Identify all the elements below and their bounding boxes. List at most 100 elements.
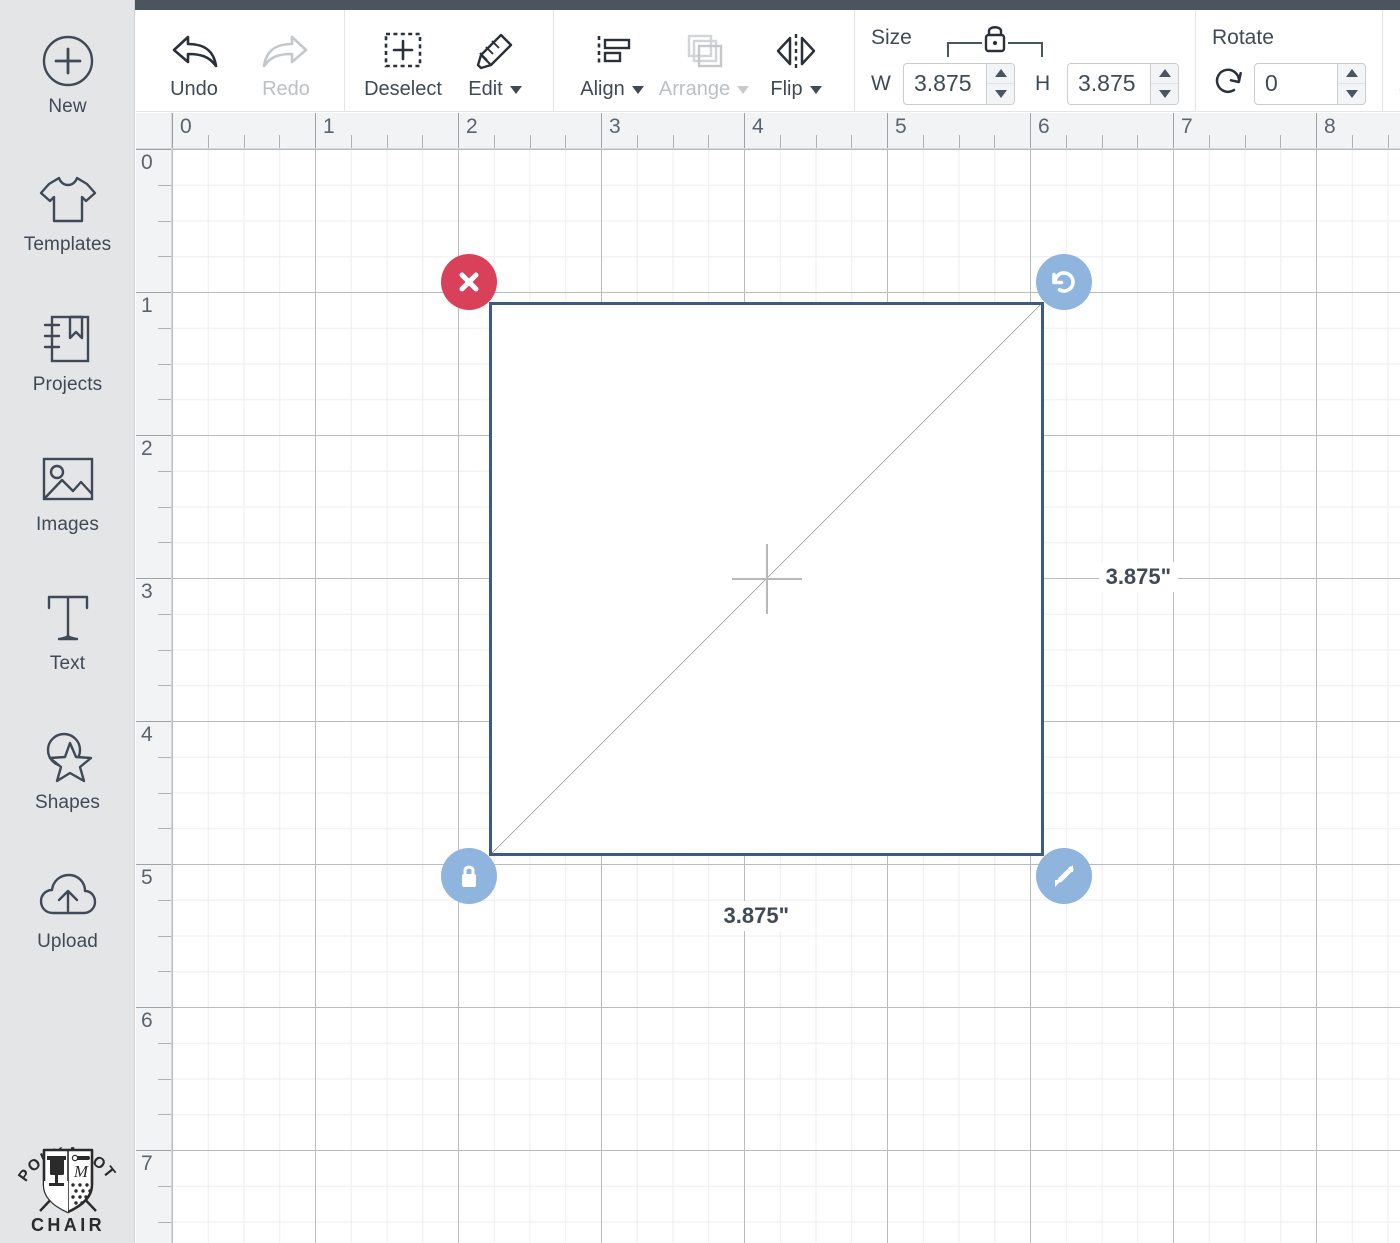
flip-button[interactable]: Flip bbox=[750, 10, 842, 111]
layers-stack-icon bbox=[680, 24, 728, 72]
ruler-label: 8 bbox=[1324, 115, 1336, 138]
ruler-label: 1 bbox=[141, 294, 153, 317]
ruler-minor-tick bbox=[158, 899, 171, 901]
rotate-input[interactable] bbox=[1255, 63, 1337, 104]
edit-button[interactable]: Edit bbox=[449, 10, 541, 111]
height-input[interactable] bbox=[1068, 63, 1150, 104]
sidebar-item-label: Projects bbox=[32, 374, 103, 395]
sidebar-item-label: Upload bbox=[37, 931, 98, 952]
ruler-minor-tick bbox=[158, 1185, 171, 1187]
sidebar-item-label: Templates bbox=[23, 234, 112, 255]
vertical-ruler[interactable]: 0 1 2 3 4 5 6 7 bbox=[136, 149, 172, 1243]
sidebar-item-new[interactable]: New bbox=[0, 30, 135, 118]
arrange-label: Arrange bbox=[659, 78, 750, 101]
ruler-label: 4 bbox=[752, 115, 764, 138]
ruler-minor-tick bbox=[207, 135, 209, 148]
ruler-minor-tick bbox=[243, 135, 245, 148]
design-canvas[interactable]: 3.875" 3.875" bbox=[172, 149, 1400, 1243]
deselect-button[interactable]: Deselect bbox=[357, 10, 449, 111]
horizontal-ruler[interactable]: 0 1 2 3 4 5 6 7 8 bbox=[172, 113, 1400, 149]
deselect-marquee-icon bbox=[380, 24, 426, 72]
ruler-label: 1 bbox=[323, 115, 335, 138]
ruler-minor-tick bbox=[158, 363, 171, 365]
toolbar-group-position: P X bbox=[1383, 10, 1400, 111]
height-stepper-up[interactable] bbox=[1151, 64, 1178, 84]
top-chrome-bar bbox=[0, 0, 1400, 10]
selected-shape[interactable] bbox=[489, 302, 1044, 857]
ruler-major-tick bbox=[1030, 113, 1031, 148]
arrange-button[interactable]: Arrange bbox=[658, 10, 750, 111]
chevron-down-icon bbox=[509, 85, 522, 94]
width-field[interactable] bbox=[903, 62, 1015, 105]
ruler-major-tick bbox=[458, 113, 459, 148]
redo-arrow-icon bbox=[258, 24, 314, 72]
align-button[interactable]: Align bbox=[566, 10, 658, 111]
ruler-label: 6 bbox=[1038, 115, 1050, 138]
ruler-label: 0 bbox=[141, 151, 153, 174]
ruler-label: 5 bbox=[895, 115, 907, 138]
ruler-minor-tick bbox=[1280, 135, 1282, 148]
toolbar-group-arrange: Align Arrange Flip bbox=[554, 10, 855, 111]
ruler-label: 3 bbox=[609, 115, 621, 138]
size-link-lock[interactable] bbox=[930, 15, 1060, 61]
ruler-major-tick bbox=[601, 113, 602, 148]
redo-button[interactable]: Redo bbox=[240, 10, 332, 111]
size-title: Size bbox=[871, 25, 912, 49]
ruler-label: 2 bbox=[466, 115, 478, 138]
rotate-stepper-down[interactable] bbox=[1338, 84, 1365, 104]
rotate-stepper-up[interactable] bbox=[1338, 64, 1365, 84]
sidebar-item-shapes[interactable]: Shapes bbox=[0, 726, 135, 814]
ruler-major-tick bbox=[136, 578, 171, 579]
width-stepper[interactable] bbox=[986, 63, 1014, 104]
undo-button[interactable]: Undo bbox=[148, 10, 240, 111]
polkadot-chair-crest-logo: POLKADOT M bbox=[15, 1144, 118, 1235]
width-stepper-up[interactable] bbox=[987, 64, 1014, 84]
chevron-down-icon bbox=[809, 85, 822, 94]
height-stepper[interactable] bbox=[1150, 63, 1178, 104]
lock-closed-icon bbox=[946, 25, 1043, 57]
pencil-ruler-icon bbox=[471, 24, 519, 72]
arrow-up-icon bbox=[994, 69, 1007, 78]
flip-label-text: Flip bbox=[770, 78, 803, 100]
toolbar-group-rotate: Rotate bbox=[1196, 10, 1383, 111]
sidebar-item-templates[interactable]: Templates bbox=[0, 168, 135, 256]
ruler-minor-tick bbox=[386, 135, 388, 148]
ruler-minor-tick bbox=[158, 327, 171, 329]
ruler-minor-tick bbox=[1244, 135, 1246, 148]
height-stepper-down[interactable] bbox=[1151, 84, 1178, 104]
ruler-minor-tick bbox=[158, 792, 171, 794]
ruler-label: 7 bbox=[1181, 115, 1193, 138]
rotate-handle[interactable] bbox=[1035, 254, 1092, 310]
height-field[interactable] bbox=[1067, 62, 1179, 105]
sidebar-item-images[interactable]: Images bbox=[0, 448, 135, 536]
sidebar-item-text[interactable]: Text bbox=[0, 587, 135, 675]
tshirt-icon bbox=[37, 168, 99, 230]
toolbar-group-edit: Deselect Edit bbox=[345, 10, 554, 111]
ruler-minor-tick bbox=[158, 470, 171, 472]
resize-diagonal-icon bbox=[1054, 865, 1074, 888]
sidebar-item-projects[interactable]: Projects bbox=[0, 308, 135, 396]
ruler-major-tick bbox=[887, 113, 888, 148]
ruler-major-tick bbox=[315, 113, 316, 148]
arrow-down-icon bbox=[1158, 89, 1171, 98]
brand-logo[interactable]: POLKADOT M bbox=[0, 1115, 135, 1235]
width-input[interactable] bbox=[904, 63, 986, 104]
ruler-minor-tick bbox=[158, 828, 171, 830]
ruler-label: 2 bbox=[141, 437, 153, 460]
resize-handle[interactable] bbox=[1035, 848, 1092, 905]
rotate-stepper[interactable] bbox=[1337, 63, 1365, 104]
ruler-major-tick bbox=[136, 1150, 171, 1151]
sidebar-item-upload[interactable]: Upload bbox=[0, 865, 135, 953]
deselect-label: Deselect bbox=[364, 78, 442, 100]
ruler-label: 4 bbox=[141, 723, 153, 746]
ruler-label: 6 bbox=[141, 1009, 153, 1032]
width-stepper-down[interactable] bbox=[987, 84, 1014, 104]
design-canvas-app: New Templates Projects Images Text Shape… bbox=[0, 0, 1400, 1243]
ruler-minor-tick bbox=[158, 1114, 171, 1116]
ruler-minor-tick bbox=[708, 135, 710, 148]
ruler-major-tick bbox=[136, 149, 171, 150]
chevron-down-icon bbox=[631, 85, 644, 94]
ruler-minor-tick bbox=[958, 135, 960, 148]
top-toolbar: Undo Redo Deselect Edit Align Arrange Fl… bbox=[136, 10, 1400, 112]
rotate-field[interactable] bbox=[1254, 62, 1366, 105]
